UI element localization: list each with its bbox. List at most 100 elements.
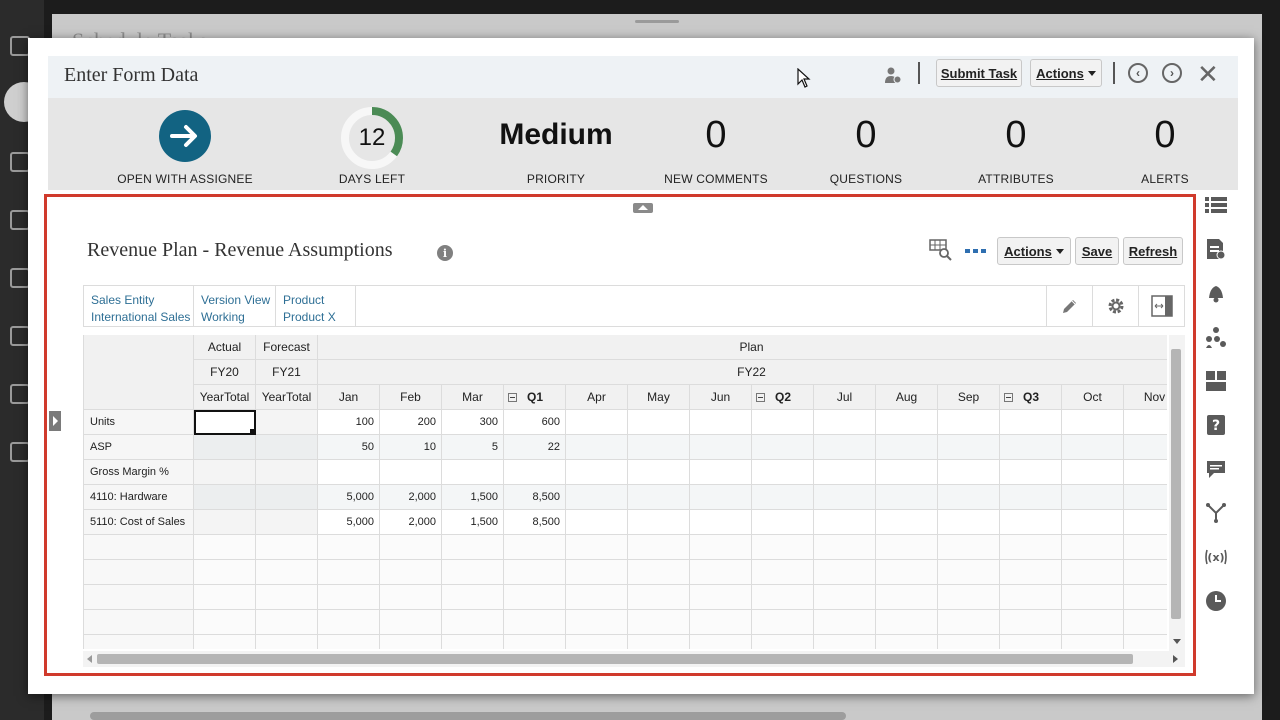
vertical-scrollbar[interactable]: [1169, 335, 1185, 651]
dashboard-icon[interactable]: [10, 326, 30, 346]
data-cell[interactable]: [1124, 485, 1167, 510]
data-cell[interactable]: [194, 410, 256, 435]
close-icon[interactable]: ✕: [1197, 59, 1219, 90]
data-cell[interactable]: [1000, 485, 1062, 510]
data-cell[interactable]: 22: [504, 435, 566, 460]
dashboard-tiles-icon[interactable]: [1205, 370, 1227, 392]
data-cell[interactable]: [256, 410, 318, 435]
data-cell[interactable]: [318, 460, 380, 485]
horizontal-scrollbar[interactable]: [83, 651, 1185, 667]
data-cell[interactable]: [876, 510, 938, 535]
data-cell[interactable]: [1062, 435, 1124, 460]
data-cell[interactable]: 5: [442, 435, 504, 460]
data-cell[interactable]: [938, 510, 1000, 535]
data-cell[interactable]: [194, 435, 256, 460]
data-cell[interactable]: [566, 485, 628, 510]
fill-handle[interactable]: [250, 429, 254, 433]
comment-icon[interactable]: [1205, 458, 1227, 480]
data-cell[interactable]: [1062, 485, 1124, 510]
rules-icon[interactable]: [10, 384, 30, 404]
data-cell[interactable]: [256, 460, 318, 485]
data-cell[interactable]: [628, 485, 690, 510]
alerts[interactable]: 0 ALERTS: [1120, 98, 1210, 190]
scroll-left-icon[interactable]: [87, 655, 92, 663]
data-cell[interactable]: [194, 485, 256, 510]
column-header-quarter[interactable]: Q2: [752, 385, 814, 410]
forms-icon[interactable]: [10, 268, 30, 288]
data-cell[interactable]: 5,000: [318, 510, 380, 535]
collapse-quarter-icon[interactable]: [508, 392, 517, 402]
data-cell[interactable]: [1000, 410, 1062, 435]
data-cell[interactable]: [566, 435, 628, 460]
scroll-right-icon[interactable]: [1173, 655, 1178, 663]
data-cell[interactable]: [690, 510, 752, 535]
data-cell[interactable]: [442, 460, 504, 485]
data-cell[interactable]: [814, 410, 876, 435]
data-cell[interactable]: [256, 435, 318, 460]
data-cell[interactable]: [690, 485, 752, 510]
list-icon[interactable]: [1205, 194, 1227, 216]
data-cell[interactable]: [814, 435, 876, 460]
scroll-down-icon[interactable]: [1173, 639, 1181, 644]
data-cell[interactable]: 50: [318, 435, 380, 460]
data-cell[interactable]: 100: [318, 410, 380, 435]
data-cell[interactable]: [876, 435, 938, 460]
data-cell[interactable]: [1124, 410, 1167, 435]
background-scrollbar[interactable]: [90, 712, 846, 720]
data-cell[interactable]: 2,000: [380, 485, 442, 510]
form-actions-button[interactable]: Actions: [997, 237, 1071, 265]
task-info-icon[interactable]: [1205, 238, 1227, 260]
data-cell[interactable]: 5,000: [318, 485, 380, 510]
hierarchy-icon[interactable]: [1205, 502, 1227, 524]
data-cell[interactable]: [628, 510, 690, 535]
attributes[interactable]: 0 ATTRIBUTES: [956, 98, 1076, 190]
pov-product[interactable]: Product Product X: [276, 286, 356, 326]
data-cell[interactable]: [690, 435, 752, 460]
data-cell[interactable]: [628, 435, 690, 460]
data-cell[interactable]: [566, 410, 628, 435]
data-cell[interactable]: 8,500: [504, 485, 566, 510]
collapse-quarter-icon[interactable]: [1004, 392, 1013, 402]
drag-handle[interactable]: [635, 20, 679, 23]
data-cell[interactable]: [628, 410, 690, 435]
data-cell[interactable]: 8,500: [504, 510, 566, 535]
data-cell[interactable]: [690, 410, 752, 435]
data-cell[interactable]: [566, 510, 628, 535]
checklist-icon[interactable]: [10, 442, 30, 462]
questions[interactable]: 0 QUESTIONS: [806, 98, 926, 190]
pov-sales-entity[interactable]: Sales Entity International Sales: [84, 286, 194, 326]
data-cell[interactable]: [1062, 460, 1124, 485]
new-comments[interactable]: 0 NEW COMMENTS: [656, 98, 776, 190]
data-cell[interactable]: [1000, 510, 1062, 535]
data-cell[interactable]: [752, 410, 814, 435]
data-cell[interactable]: [1000, 460, 1062, 485]
data-cell[interactable]: [1062, 510, 1124, 535]
data-cell[interactable]: [380, 460, 442, 485]
data-cell[interactable]: [938, 460, 1000, 485]
data-cell[interactable]: [938, 485, 1000, 510]
expand-left-panel-icon[interactable]: [49, 411, 61, 431]
data-cell[interactable]: [752, 510, 814, 535]
dialog-actions-button[interactable]: Actions: [1030, 59, 1102, 87]
pov-version-view[interactable]: Version View Working: [194, 286, 276, 326]
data-cell[interactable]: [1124, 435, 1167, 460]
formula-icon[interactable]: (x): [1205, 546, 1227, 568]
collapse-quarter-icon[interactable]: [756, 392, 765, 402]
data-cell[interactable]: [814, 510, 876, 535]
data-cell[interactable]: 200: [380, 410, 442, 435]
refresh-button[interactable]: Refresh: [1123, 237, 1183, 265]
data-cell[interactable]: [256, 485, 318, 510]
data-cell[interactable]: [876, 460, 938, 485]
column-header-quarter[interactable]: Q1: [504, 385, 566, 410]
tasks-icon[interactable]: [10, 36, 30, 56]
column-header-quarter[interactable]: Q3: [1000, 385, 1062, 410]
gear-icon[interactable]: [1092, 286, 1138, 326]
data-cell[interactable]: [194, 460, 256, 485]
notifications-icon[interactable]: [10, 152, 30, 172]
data-cell[interactable]: [1062, 410, 1124, 435]
info-icon[interactable]: i: [437, 245, 453, 261]
data-cell[interactable]: [1000, 435, 1062, 460]
data-cell[interactable]: 1,500: [442, 485, 504, 510]
data-cell[interactable]: 2,000: [380, 510, 442, 535]
data-cell[interactable]: [752, 435, 814, 460]
